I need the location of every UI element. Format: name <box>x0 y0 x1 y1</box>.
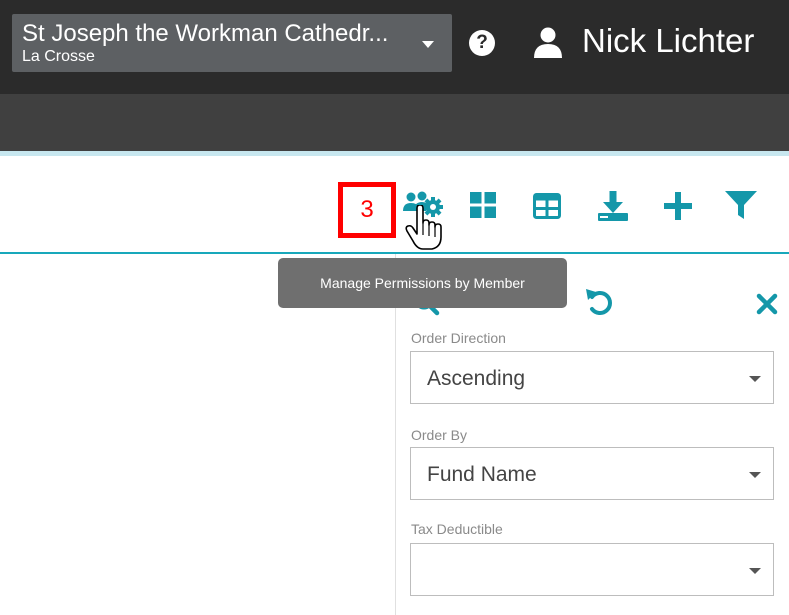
organization-location: La Crosse <box>22 48 95 65</box>
tooltip: Manage Permissions by Member <box>278 258 567 308</box>
chevron-down-icon <box>422 41 434 48</box>
help-icon[interactable]: ? <box>469 30 495 56</box>
sub-bar <box>0 94 789 151</box>
filter-panel: Order Direction Ascending Order By Fund … <box>395 254 789 615</box>
tax-deductible-label: Tax Deductible <box>411 521 503 537</box>
chevron-down-icon <box>749 472 761 478</box>
order-direction-select[interactable]: Ascending <box>410 351 774 404</box>
filter-icon[interactable] <box>725 191 757 221</box>
organization-select[interactable]: St Joseph the Workman Cathedr... La Cros… <box>12 14 452 72</box>
order-by-value: Fund Name <box>427 463 537 486</box>
order-direction-label: Order Direction <box>411 330 506 346</box>
order-by-label: Order By <box>411 427 468 443</box>
tax-deductible-select[interactable] <box>410 543 774 596</box>
close-icon[interactable] <box>756 293 778 315</box>
reset-icon[interactable] <box>583 286 615 318</box>
chevron-down-icon <box>749 568 761 574</box>
step-badge: 3 <box>338 182 396 238</box>
top-bar: St Joseph the Workman Cathedr... La Cros… <box>0 0 789 94</box>
add-icon[interactable] <box>664 192 692 220</box>
order-direction-value: Ascending <box>427 367 526 390</box>
user-name[interactable]: Nick Lichter <box>582 22 754 60</box>
table-view-icon[interactable] <box>533 193 561 219</box>
order-by-select[interactable]: Fund Name <box>410 447 774 500</box>
chevron-down-icon <box>749 376 761 382</box>
page: St Joseph the Workman Cathedr... La Cros… <box>0 0 789 615</box>
organization-name: St Joseph the Workman Cathedr... <box>22 20 389 47</box>
download-icon[interactable] <box>598 191 628 221</box>
hand-cursor-icon <box>405 205 442 250</box>
user-icon[interactable] <box>533 27 563 59</box>
grid-view-icon[interactable] <box>470 192 496 218</box>
